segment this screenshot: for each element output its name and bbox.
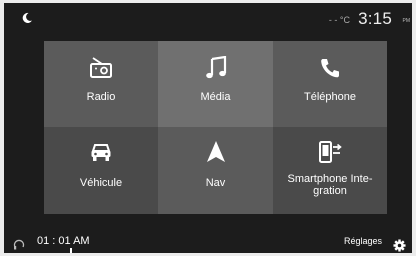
- tile-media[interactable]: Média: [158, 41, 273, 127]
- settings-label[interactable]: Réglages: [344, 236, 382, 246]
- moon-icon[interactable]: [21, 12, 33, 24]
- tile-media-label: Média: [200, 91, 231, 103]
- clock-ampm: PM: [402, 18, 411, 24]
- outside-temperature: - - °C: [328, 15, 350, 25]
- infotainment-screen: - - °C 3:15 PM Radio Média Téléphone Véh…: [4, 3, 412, 253]
- navigation-arrow-icon: [205, 139, 227, 165]
- time-marker: [70, 248, 72, 253]
- app-grid: Radio Média Téléphone Véhicule Nav Smart…: [44, 41, 387, 214]
- music-note-icon: [205, 55, 227, 81]
- tile-radio[interactable]: Radio: [44, 41, 158, 127]
- tile-radio-label: Radio: [86, 91, 116, 103]
- tile-vehicle-label: Véhicule: [79, 177, 123, 189]
- tile-vehicle[interactable]: Véhicule: [44, 127, 158, 214]
- tile-nav-label: Nav: [205, 177, 226, 189]
- tile-nav[interactable]: Nav: [158, 127, 273, 214]
- gear-icon[interactable]: [393, 239, 406, 252]
- tile-smartphone-integration-label: Smartphone Inte-gration: [287, 173, 373, 197]
- smartphone-projection-icon: [318, 139, 342, 165]
- clock-time: 3:15: [358, 9, 392, 28]
- audio-source-icon[interactable]: [13, 238, 25, 250]
- status-bar: - - °C 3:15 PM: [4, 3, 412, 33]
- tile-phone[interactable]: Téléphone: [273, 41, 387, 127]
- secondary-time: 01 : 01 AM: [37, 235, 90, 247]
- radio-icon: [89, 55, 113, 81]
- phone-icon: [319, 55, 341, 81]
- car-icon: [90, 139, 112, 165]
- tile-phone-label: Téléphone: [304, 91, 356, 103]
- tile-smartphone-integration[interactable]: Smartphone Inte-gration: [273, 127, 387, 214]
- bottom-bar: 01 : 01 AM Réglages: [4, 227, 412, 253]
